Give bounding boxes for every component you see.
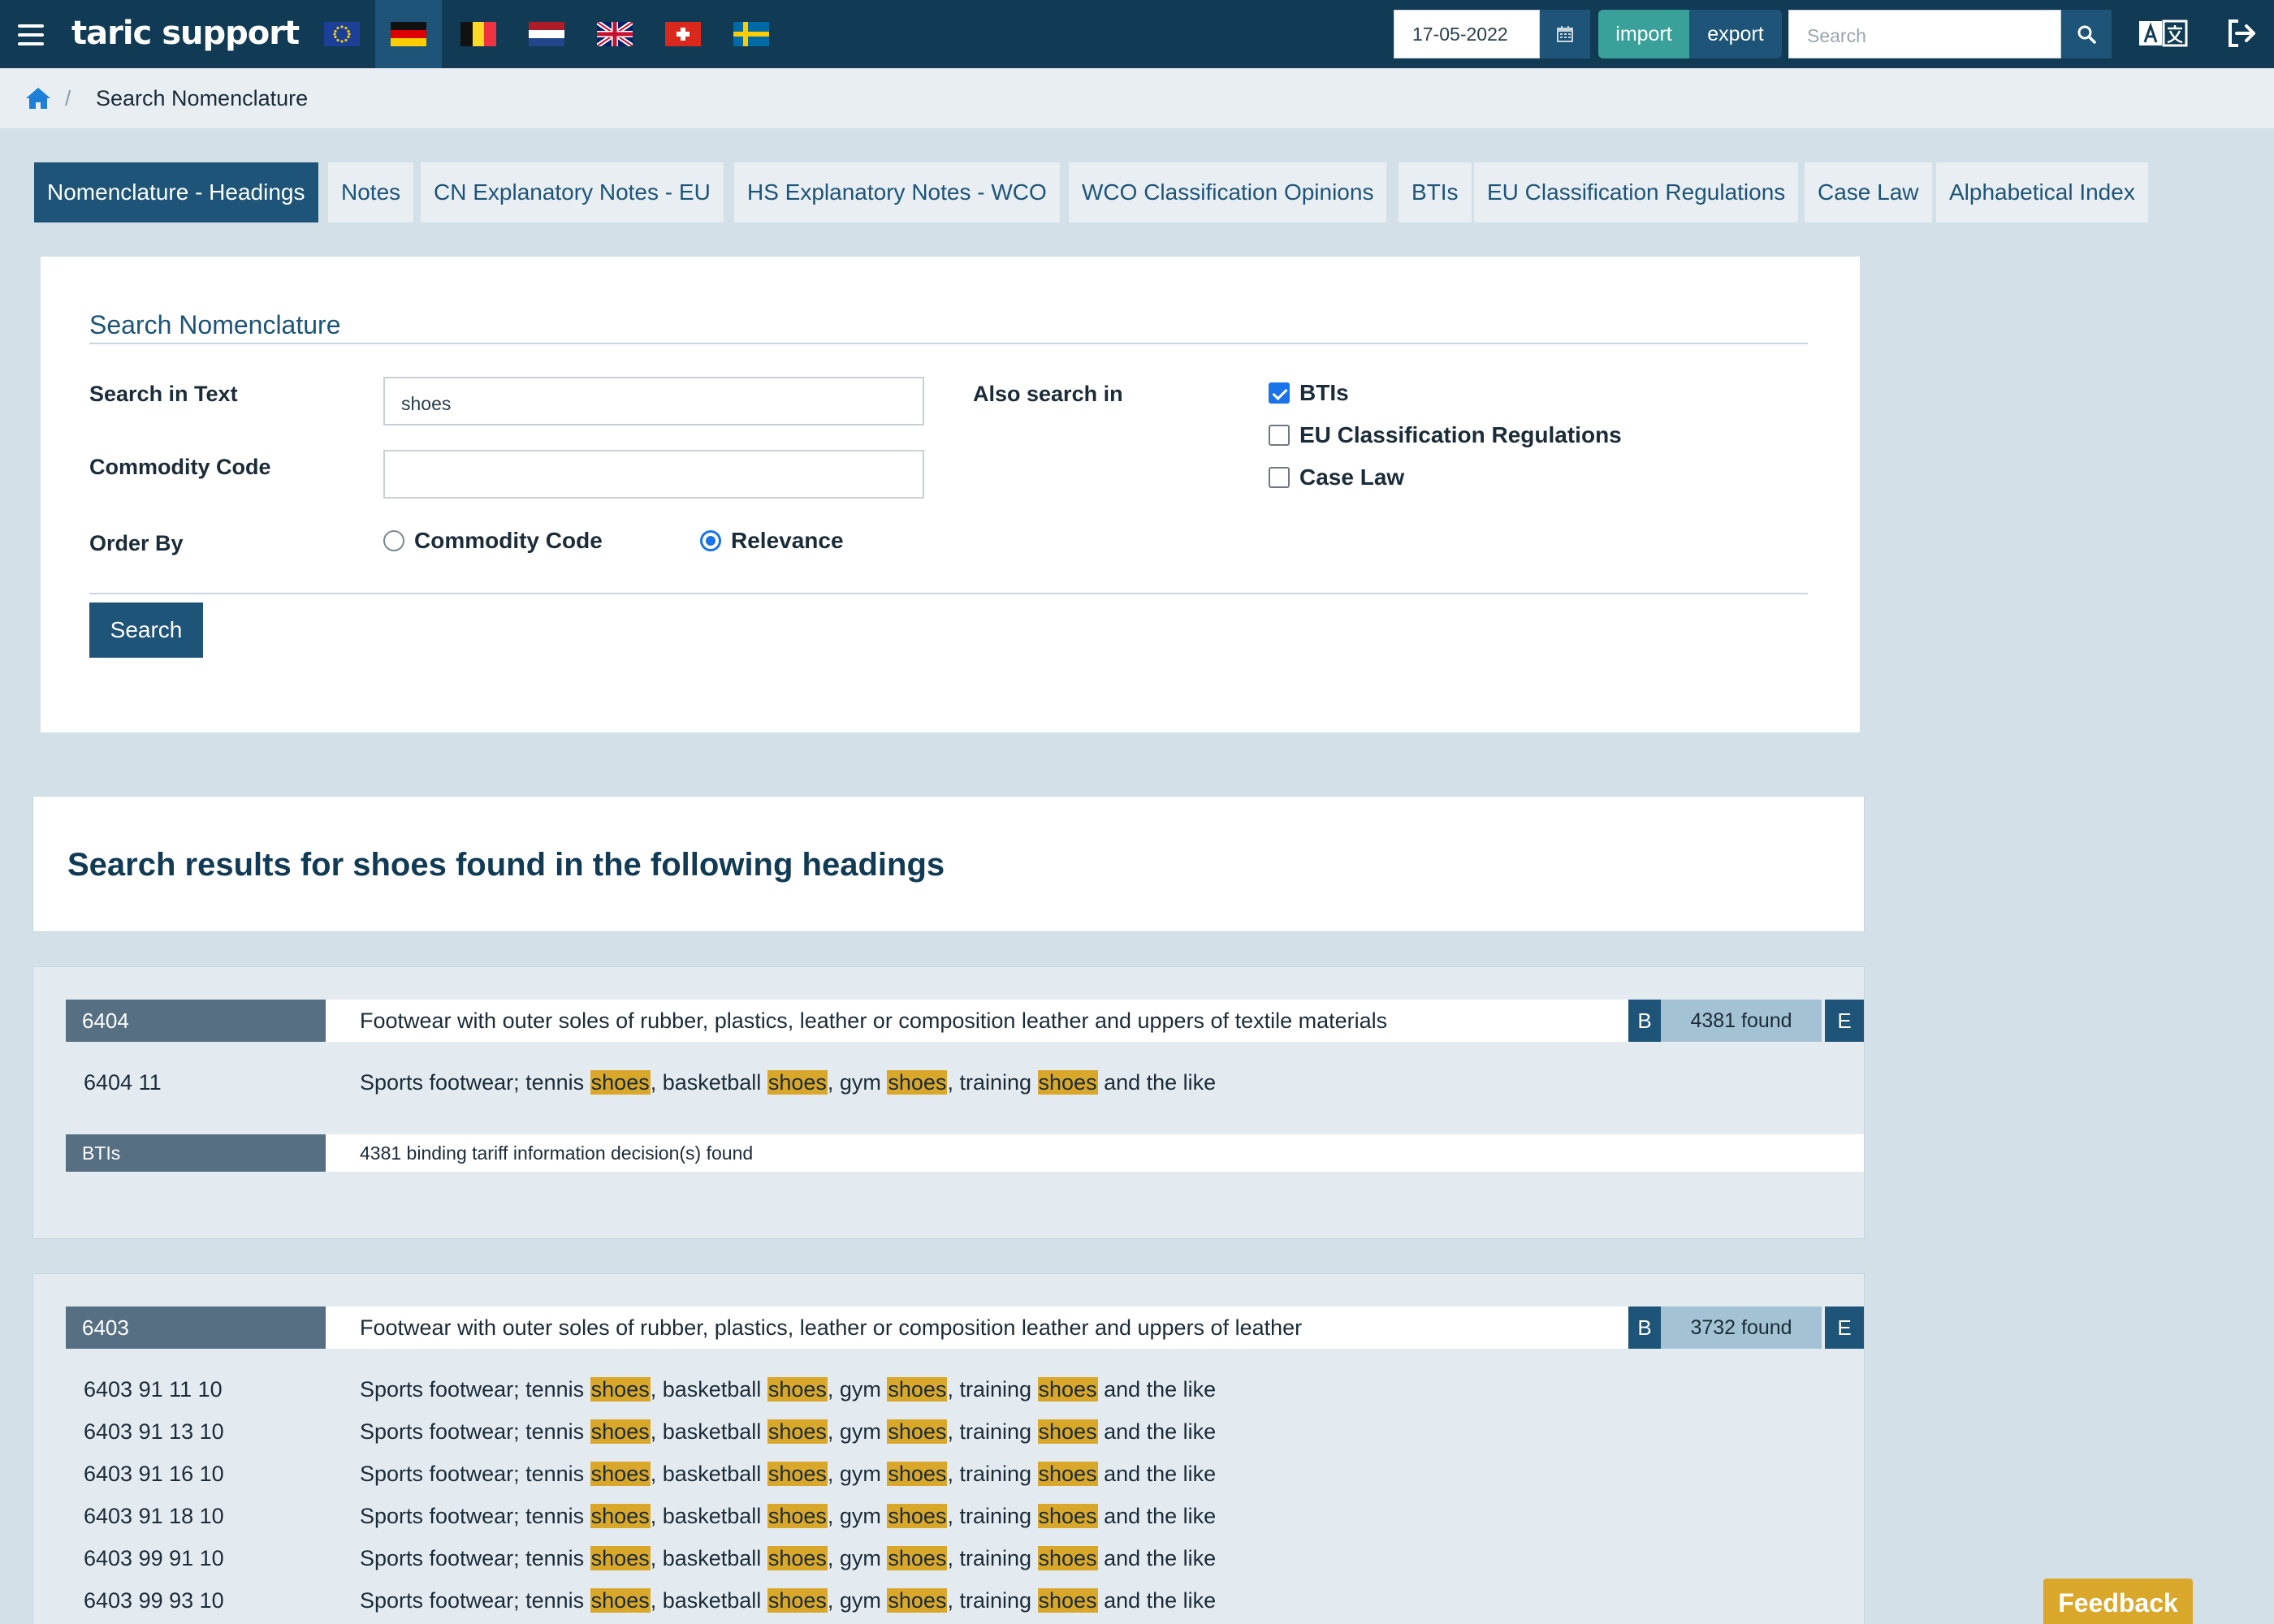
order-commodity-code-radio[interactable]: Commodity Code [383, 528, 603, 554]
de-flag-icon[interactable] [375, 0, 442, 68]
eu-flag-icon[interactable] [309, 0, 375, 68]
uk-flag-icon[interactable] [581, 0, 648, 68]
global-search-input[interactable]: Search [1788, 10, 2061, 58]
heading-row: 6404 Footwear with outer soles of rubber… [66, 1000, 1864, 1042]
se-flag-icon[interactable] [718, 0, 785, 68]
commodity-code[interactable]: 6404 11 [84, 1061, 162, 1104]
divider [89, 343, 1808, 344]
commodity-code[interactable]: 6403 91 13 10 [84, 1410, 224, 1453]
commodity-code[interactable]: 6403 91 11 10 [84, 1368, 223, 1410]
import-button[interactable]: import [1598, 10, 1689, 58]
top-navbar: taric support 17-05-2022 import export S… [0, 0, 2274, 68]
also-eu-regulations-checkbox[interactable]: EU Classification Regulations [1269, 422, 1622, 448]
tab-alphabetical-index[interactable]: Alphabetical Index [1936, 162, 2148, 222]
tab-case-law[interactable]: Case Law [1805, 162, 1932, 222]
commodity-code[interactable]: 6403 99 93 10 [84, 1579, 224, 1622]
search-button[interactable]: Search [89, 603, 203, 658]
radio-circle[interactable] [383, 530, 404, 551]
home-icon[interactable] [24, 86, 52, 110]
commodity-description: Sports footwear; tennis shoes, basketbal… [360, 1419, 1217, 1444]
commodity-description: Sports footwear; tennis shoes, basketbal… [360, 1546, 1217, 1570]
tab-nomenclature-headings[interactable]: Nomenclature - Headings [34, 162, 318, 222]
divider [89, 593, 1808, 594]
commodity-code[interactable]: 6403 91 18 10 [84, 1495, 224, 1537]
tab-notes[interactable]: Notes [328, 162, 414, 222]
radio-circle-selected[interactable] [700, 530, 721, 551]
checkbox-checked[interactable] [1269, 382, 1290, 404]
breadcrumb-separator: / [65, 86, 71, 110]
commodity-code-input[interactable] [383, 450, 924, 499]
bti-label: BTIs [66, 1134, 326, 1172]
checkbox-label: BTIs [1299, 380, 1349, 405]
ch-flag-icon[interactable] [650, 0, 716, 68]
commodity-code-label: Commodity Code [89, 455, 271, 479]
heading-description[interactable]: Footwear with outer soles of rubber, pla… [326, 1307, 1661, 1349]
feedback-button[interactable]: Feedback [2043, 1579, 2193, 1624]
heading-code[interactable]: 6403 [66, 1307, 326, 1349]
translate-icon[interactable] [2138, 19, 2190, 49]
search-text-label: Search in Text [89, 382, 238, 406]
checkbox-label: EU Classification Regulations [1299, 422, 1622, 447]
bti-b-button[interactable]: B [1628, 1307, 1661, 1349]
tab-hs-explanatory-notes[interactable]: HS Explanatory Notes - WCO [734, 162, 1060, 222]
checkbox[interactable] [1269, 425, 1290, 446]
commodity-code[interactable]: 6403 91 16 10 [84, 1453, 224, 1495]
tab-wco-classification-opinions[interactable]: WCO Classification Opinions [1069, 162, 1387, 222]
logout-icon[interactable] [2225, 18, 2258, 49]
also-search-label: Also search in [973, 382, 1123, 406]
tab-btis[interactable]: BTIs [1399, 162, 1472, 222]
app-logo[interactable]: taric support [71, 15, 300, 52]
commodity-description: Sports footwear; tennis shoes, basketbal… [360, 1070, 1217, 1095]
found-count-badge[interactable]: 3732 found [1661, 1307, 1822, 1349]
result-group-6403: 6403 Footwear with outer soles of rubber… [32, 1273, 1865, 1624]
heading-code[interactable]: 6404 [66, 1000, 326, 1042]
also-case-law-checkbox[interactable]: Case Law [1269, 464, 1404, 490]
bti-summary-text[interactable]: 4381 binding tariff information decision… [326, 1134, 1864, 1172]
bti-b-button[interactable]: B [1628, 1000, 1661, 1042]
results-heading: Search results for shoes found in the fo… [67, 847, 945, 883]
order-by-label: Order By [89, 531, 184, 555]
commodity-description: Sports footwear; tennis shoes, basketbal… [360, 1588, 1217, 1613]
order-relevance-radio[interactable]: Relevance [700, 528, 844, 554]
commodity-description: Sports footwear; tennis shoes, basketbal… [360, 1377, 1217, 1402]
tab-eu-classification-regulations[interactable]: EU Classification Regulations [1474, 162, 1799, 222]
radio-label: Relevance [731, 528, 844, 553]
bti-e-button[interactable]: E [1825, 1000, 1864, 1042]
export-button[interactable]: export [1689, 10, 1782, 58]
radio-label: Commodity Code [414, 528, 603, 553]
panel-title: Search Nomenclature [89, 310, 341, 339]
be-flag-icon[interactable] [445, 0, 512, 68]
bti-e-button[interactable]: E [1825, 1307, 1864, 1349]
breadcrumb-current: Search Nomenclature [96, 86, 309, 110]
search-text-input[interactable]: shoes [383, 377, 924, 425]
search-icon[interactable] [2061, 10, 2112, 58]
commodity-description: Sports footwear; tennis shoes, basketbal… [360, 1504, 1217, 1528]
checkbox[interactable] [1269, 467, 1290, 488]
commodity-description: Sports footwear; tennis shoes, basketbal… [360, 1462, 1217, 1486]
heading-description[interactable]: Footwear with outer soles of rubber, pla… [326, 1000, 1661, 1042]
found-count-badge[interactable]: 4381 found [1661, 1000, 1822, 1042]
date-input[interactable]: 17-05-2022 [1394, 10, 1540, 58]
search-panel: Search Nomenclature Search in Text shoes… [41, 257, 1860, 732]
commodity-code[interactable]: 6403 99 91 10 [84, 1537, 224, 1579]
nl-flag-icon[interactable] [513, 0, 580, 68]
menu-icon[interactable] [18, 24, 44, 45]
result-group-6404: 6404 Footwear with outer soles of rubber… [32, 966, 1865, 1239]
also-btis-checkbox[interactable]: BTIs [1269, 380, 1349, 406]
heading-row: 6403 Footwear with outer soles of rubber… [66, 1307, 1864, 1349]
calendar-icon[interactable] [1540, 10, 1590, 58]
tab-cn-explanatory-notes[interactable]: CN Explanatory Notes - EU [421, 162, 724, 222]
breadcrumb: / Search Nomenclature [0, 68, 2274, 128]
bti-summary-row[interactable]: BTIs 4381 binding tariff information dec… [66, 1134, 1864, 1172]
results-header: Search results for shoes found in the fo… [32, 796, 1865, 932]
checkbox-label: Case Law [1299, 464, 1405, 490]
